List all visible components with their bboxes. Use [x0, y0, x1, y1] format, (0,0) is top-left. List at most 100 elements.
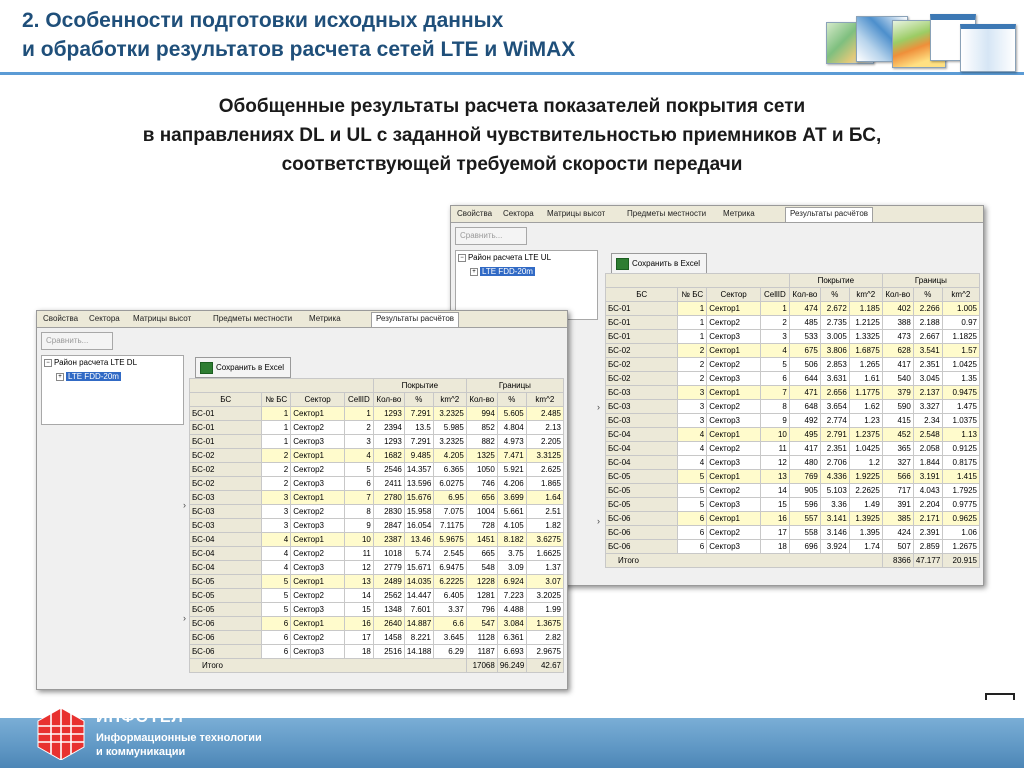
tab-2[interactable]: Сектора — [503, 209, 534, 218]
column-header[interactable]: БС — [604, 287, 679, 302]
table-row[interactable]: БС-04 4 Сектор3 12 2779 15.671 6.9475 548 3.09 1.… — [188, 560, 565, 575]
column-header[interactable]: Сектор — [706, 287, 761, 302]
table-cell: Сектор3 — [290, 518, 345, 533]
table-cell: Сектор3 — [706, 497, 761, 512]
table-row[interactable]: БС-05 5 Сектор1 13 769 4.336 1.9225 566 3.191 1.4… — [604, 469, 981, 484]
table-row[interactable]: БС-02 2 Сектор3 6 2411 13.596 6.0275 746 4.206 1.… — [188, 476, 565, 491]
tab-4[interactable]: Предметы местности — [213, 314, 292, 323]
tab-5[interactable]: Метрика — [723, 209, 755, 218]
slide-title-line1: 2. Особенности подготовки исходных данны… — [22, 9, 504, 32]
collapse-icon[interactable]: − — [458, 253, 466, 262]
tab-6[interactable]: Результаты расчётов — [785, 207, 874, 222]
table-cell: БС-06 — [188, 644, 263, 659]
column-header[interactable]: % — [912, 287, 943, 302]
total-cell: 42.67 — [525, 658, 565, 673]
table-cell: 2 — [759, 315, 790, 330]
tab-6[interactable]: Результаты расчётов — [371, 312, 460, 327]
column-header[interactable]: km^2 — [432, 392, 467, 407]
column-header[interactable]: CellID — [343, 392, 374, 407]
table-row[interactable]: БС-06 6 Сектор1 16 557 3.141 1.3925 385 2.171 0.9… — [604, 511, 981, 526]
table-row[interactable]: БС-06 6 Сектор3 18 2516 14.188 6.29 1187 6.693 2.… — [188, 644, 565, 659]
table-cell: 5.985 — [432, 420, 467, 435]
table-cell: 5 — [677, 483, 708, 498]
table-cell: 1004 — [465, 504, 498, 519]
tab-2[interactable]: Сектора — [89, 314, 120, 323]
table-row[interactable]: БС-03 3 Сектор3 9 2847 16.054 7.1175 728 4.105 1.… — [188, 518, 565, 533]
column-header[interactable]: % — [819, 287, 850, 302]
table-row[interactable]: БС-03 3 Сектор2 8 2830 15.958 7.075 1004 5.661 2.… — [188, 504, 565, 519]
table-row[interactable]: БС-05 5 Сектор2 14 905 5.103 2.2625 717 4.043 1.7… — [604, 483, 981, 498]
table-row[interactable]: БС-01 1 Сектор2 2 485 2.735 1.2125 388 2.188 0.97 — [604, 315, 981, 330]
splitter-arrow-icon[interactable]: › — [597, 516, 605, 526]
table-cell: 3.645 — [432, 630, 467, 645]
table-row[interactable]: БС-06 6 Сектор2 17 1458 8.221 3.645 1128 6.361 2.… — [188, 630, 565, 645]
table-cell: 2780 — [372, 490, 405, 505]
table-row[interactable]: БС-01 1 Сектор1 1 1293 7.291 3.2325 994 5.605 2.4… — [188, 406, 565, 421]
compare-button[interactable]: Сравнить... — [455, 227, 527, 245]
table-cell: 596 — [788, 497, 821, 512]
table-row[interactable]: БС-01 1 Сектор3 3 533 3.005 1.3325 473 2.667 1.18… — [604, 329, 981, 344]
table-cell: 3.6275 — [525, 532, 565, 547]
column-header[interactable]: Сектор — [290, 392, 345, 407]
column-header[interactable]: БС — [188, 392, 263, 407]
table-row[interactable]: БС-05 5 Сектор1 13 2489 14.035 6.2225 1228 6.924… — [188, 574, 565, 589]
tab-4[interactable]: Предметы местности — [627, 209, 706, 218]
table-row[interactable]: БС-02 2 Сектор2 5 506 2.853 1.265 417 2.351 1.042… — [604, 357, 981, 372]
table-row[interactable]: БС-05 5 Сектор3 15 596 3.36 1.49 391 2.204 0.9775 — [604, 497, 981, 512]
table-cell: 365 — [881, 441, 914, 456]
table-row[interactable]: БС-04 4 Сектор1 10 495 2.791 1.2375 452 2.548 1.1… — [604, 427, 981, 442]
column-header[interactable]: Кол-во — [881, 287, 914, 302]
table-row[interactable]: БС-04 4 Сектор2 11 417 2.351 1.0425 365 2.058 0.9… — [604, 441, 981, 456]
save-excel-button[interactable]: Сохранить в Excel — [611, 253, 708, 274]
tree-node-child[interactable]: + LTE FDD-20m — [56, 372, 121, 381]
column-header[interactable]: Кол-во — [788, 287, 821, 302]
tab-1[interactable]: Свойства — [43, 314, 78, 323]
table-row[interactable]: БС-02 2 Сектор3 6 644 3.631 1.61 540 3.045 1.35 — [604, 371, 981, 386]
expand-icon[interactable]: + — [56, 372, 64, 381]
column-header[interactable]: CellID — [759, 287, 790, 302]
column-header[interactable]: km^2 — [848, 287, 883, 302]
tree-node-child[interactable]: + LTE FDD-20m — [470, 267, 535, 276]
column-header[interactable]: km^2 — [525, 392, 565, 407]
table-row[interactable]: БС-06 6 Сектор1 16 2640 14.887 6.6 547 3.084 1.36… — [188, 616, 565, 631]
tab-3[interactable]: Матрицы высот — [133, 314, 191, 323]
tree-node-root[interactable]: − Район расчета LTE DL — [44, 358, 137, 367]
column-header[interactable]: % — [496, 392, 527, 407]
table-row[interactable]: БС-05 5 Сектор3 15 1348 7.601 3.37 796 4.488 1.99 — [188, 602, 565, 617]
table-row[interactable]: БС-04 4 Сектор1 10 2387 13.46 5.9675 1451 8.182 3… — [188, 532, 565, 547]
table-row[interactable]: БС-04 4 Сектор3 12 480 2.706 1.2 327 1.844 0.8175 — [604, 455, 981, 470]
save-excel-button[interactable]: Сохранить в Excel — [195, 357, 292, 378]
table-row[interactable]: БС-01 1 Сектор1 1 474 2.672 1.185 402 2.266 1.005 — [604, 301, 981, 316]
expand-icon[interactable]: + — [470, 267, 478, 276]
column-header[interactable]: km^2 — [941, 287, 981, 302]
tab-3[interactable]: Матрицы высот — [547, 209, 605, 218]
column-header[interactable]: Кол-во — [465, 392, 498, 407]
compare-button[interactable]: Сравнить... — [41, 332, 113, 350]
table-row[interactable]: БС-01 1 Сектор3 3 1293 7.291 3.2325 882 4.973 2.2… — [188, 434, 565, 449]
tree-node-root[interactable]: − Район расчета LTE UL — [458, 253, 551, 262]
table-row[interactable]: БС-04 4 Сектор2 11 1018 5.74 2.545 665 3.75 1.662… — [188, 546, 565, 561]
table-cell: БС-02 — [604, 343, 679, 358]
column-header[interactable]: Кол-во — [372, 392, 405, 407]
table-row[interactable]: БС-02 2 Сектор1 4 1682 9.485 4.205 1325 7.471 3.3… — [188, 448, 565, 463]
table-row[interactable]: БС-06 6 Сектор3 18 696 3.924 1.74 507 2.859 1.267… — [604, 539, 981, 554]
table-row[interactable]: БС-02 2 Сектор1 4 675 3.806 1.6875 628 3.541 1.57 — [604, 343, 981, 358]
table-row[interactable]: БС-03 3 Сектор1 7 2780 15.676 6.95 656 3.699 1.64 — [188, 490, 565, 505]
table-cell: 417 — [788, 441, 821, 456]
splitter-arrow-icon[interactable]: › — [597, 402, 605, 412]
tab-5[interactable]: Метрика — [309, 314, 341, 323]
table-row[interactable]: БС-06 6 Сектор2 17 558 3.146 1.395 424 2.391 1.06 — [604, 525, 981, 540]
collapse-icon[interactable]: − — [44, 358, 52, 367]
table-row[interactable]: БС-01 1 Сектор2 2 2394 13.5 5.985 852 4.804 2.13 — [188, 420, 565, 435]
tab-1[interactable]: Свойства — [457, 209, 492, 218]
column-header[interactable]: % — [403, 392, 434, 407]
table-row[interactable]: БС-05 5 Сектор2 14 2562 14.447 6.405 1281 7.223 3… — [188, 588, 565, 603]
table-cell: 2.351 — [819, 441, 850, 456]
column-header[interactable]: № БС — [261, 392, 292, 407]
table-cell: 994 — [465, 406, 498, 421]
table-row[interactable]: БС-03 3 Сектор3 9 492 2.774 1.23 415 2.34 1.0375 — [604, 413, 981, 428]
table-row[interactable]: БС-03 3 Сектор2 8 648 3.654 1.62 590 3.327 1.475 — [604, 399, 981, 414]
table-row[interactable]: БС-02 2 Сектор2 5 2546 14.357 6.365 1050 5.921 2.… — [188, 462, 565, 477]
table-row[interactable]: БС-03 3 Сектор1 7 471 2.656 1.1775 379 2.137 0.94… — [604, 385, 981, 400]
column-header[interactable]: № БС — [677, 287, 708, 302]
